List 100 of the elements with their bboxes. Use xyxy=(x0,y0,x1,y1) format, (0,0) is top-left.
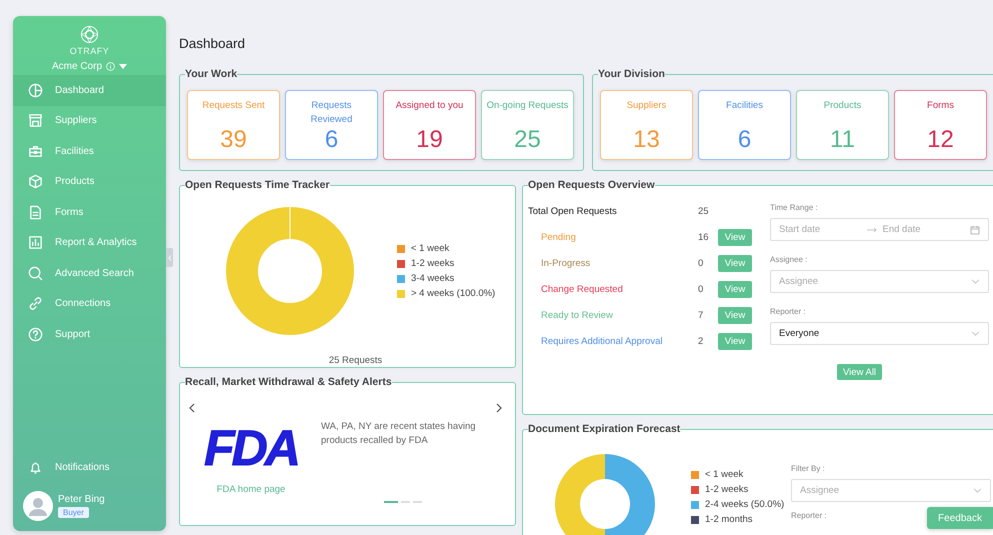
stat-card[interactable]: Products 11 xyxy=(796,90,889,160)
field-label: Reporter : xyxy=(791,511,827,520)
chevron-left-icon[interactable] xyxy=(189,403,195,413)
box-icon xyxy=(28,174,43,190)
field-label: Reporter : xyxy=(770,307,806,316)
legend-label: 1-2 months xyxy=(705,514,753,525)
search-nav-item[interactable]: Advanced Search xyxy=(13,258,166,288)
question-icon xyxy=(28,326,43,342)
stat-value: 6 xyxy=(738,127,752,153)
stat-label: Requests Sent xyxy=(201,99,266,113)
org-selector[interactable]: Acme Corp xyxy=(52,61,102,72)
feedback-button[interactable]: Feedback xyxy=(927,507,993,529)
store-icon xyxy=(28,113,43,128)
total-label: Total Open Requests xyxy=(528,206,618,216)
pie-chart-icon xyxy=(28,82,43,98)
stat-value: 19 xyxy=(416,127,443,153)
user-name: Peter Bing xyxy=(58,494,105,505)
panel-title: Recall, Market Withdrawal & Safety Alerts xyxy=(185,376,392,388)
status-label: Change Requested xyxy=(540,284,624,294)
status-label: Pending xyxy=(540,232,577,242)
legend-label: 3-4 weeks xyxy=(411,273,454,284)
field-label: Assignee : xyxy=(770,255,808,264)
stat-label: Suppliers xyxy=(626,99,668,113)
chevron-right-icon[interactable] xyxy=(496,403,502,413)
chevron-down-icon xyxy=(973,488,982,493)
caret-icon[interactable] xyxy=(119,64,127,70)
stat-label: Forms xyxy=(926,99,955,113)
products-nav-item[interactable]: Products xyxy=(13,166,166,197)
status-label: Ready to Review xyxy=(540,310,614,320)
collapse-handle[interactable] xyxy=(166,248,173,267)
panel-title: Your Work xyxy=(185,68,238,80)
avatar-icon[interactable] xyxy=(23,491,53,521)
logo-icon xyxy=(80,25,99,44)
reporter-select[interactable]: Everyone xyxy=(770,322,989,345)
status-count: 0 xyxy=(698,284,704,294)
stat-card[interactable]: On-going Requests 25 xyxy=(481,90,574,160)
stat-value: 39 xyxy=(220,127,247,153)
stat-card[interactable]: Facilities 6 xyxy=(698,90,791,160)
alert-text: WA, PA, NY are recent states having products recalled by FDA xyxy=(321,420,477,448)
view-all-button[interactable]: View All xyxy=(836,364,882,380)
field-label: Filter By : xyxy=(791,464,825,473)
stat-card[interactable]: Requests Sent 39 xyxy=(187,90,280,160)
legend-label: > 4 weeks (100.0%) xyxy=(411,288,496,299)
total-count: 25 xyxy=(698,206,710,216)
legend-label: 1-2 weeks xyxy=(411,258,454,269)
view-button[interactable]: View xyxy=(718,280,752,298)
stat-value: 6 xyxy=(324,127,338,153)
report-analytics-nav-item[interactable]: Report & Analytics xyxy=(13,228,166,258)
chevron-left-icon xyxy=(168,254,172,260)
search-icon xyxy=(28,266,43,281)
document-icon xyxy=(28,204,43,220)
view-button[interactable]: View xyxy=(718,254,752,272)
view-button[interactable]: View xyxy=(718,306,752,324)
connections-nav-item[interactable]: Connections xyxy=(13,288,166,319)
requests-total: 25 Requests xyxy=(328,355,384,366)
legend-label: < 1 week xyxy=(705,469,744,480)
stat-value: 25 xyxy=(514,127,541,153)
date-range-field[interactable]: Start date End date xyxy=(770,218,989,241)
support-nav-item[interactable]: Support xyxy=(13,319,166,350)
notifications-nav-item[interactable]: Notifications xyxy=(13,452,166,483)
stat-label: Facilities xyxy=(725,99,764,113)
calendar-icon xyxy=(970,224,980,234)
stat-label: Assigned to you xyxy=(394,99,464,113)
status-count: 7 xyxy=(698,310,704,320)
stat-value: 13 xyxy=(633,127,660,153)
panel-title: Your Division xyxy=(598,68,665,80)
stat-value: 12 xyxy=(927,127,954,153)
status-label: Requires Additional Approval xyxy=(540,336,664,346)
arrow-right-icon xyxy=(866,226,876,232)
chevron-down-icon xyxy=(971,331,980,336)
page-title: Dashboard xyxy=(179,36,246,51)
stat-label: Requests Reviewed xyxy=(310,99,354,127)
panel-title: Document Expiration Forecast xyxy=(528,423,680,435)
stat-label: Products xyxy=(822,99,862,113)
bar-chart-icon xyxy=(28,235,43,250)
view-button[interactable]: View xyxy=(718,332,752,350)
fda-logo: FDA xyxy=(204,420,298,476)
brand-name: OTRAFY xyxy=(70,46,110,56)
stat-card[interactable]: Requests Reviewed 6 xyxy=(285,90,378,160)
assignee-select[interactable]: Assignee xyxy=(770,270,989,293)
status-count: 16 xyxy=(698,232,710,242)
view-button[interactable]: View xyxy=(718,228,752,246)
forms-nav-item[interactable]: Forms xyxy=(13,197,166,228)
dashboard-nav-item[interactable]: Dashboard xyxy=(13,75,166,106)
bell-icon xyxy=(28,460,43,476)
stat-label: On-going Requests xyxy=(486,99,570,113)
status-label: In-Progress xyxy=(540,258,592,268)
suppliers-nav-item[interactable]: Suppliers xyxy=(13,106,166,136)
briefcase-icon xyxy=(28,144,43,159)
fda-link[interactable]: FDA home page xyxy=(216,484,286,495)
info-icon xyxy=(106,62,115,71)
stat-card[interactable]: Assigned to you 19 xyxy=(383,90,476,160)
panel-title: Open Requests Overview xyxy=(528,179,655,191)
facilities-nav-item[interactable]: Facilities xyxy=(13,136,166,166)
legend-label: 1-2 weeks xyxy=(705,484,748,495)
stat-card[interactable]: Suppliers 13 xyxy=(600,90,693,160)
stat-card[interactable]: Forms 12 xyxy=(894,90,987,160)
legend-label: < 1 week xyxy=(411,243,450,254)
chevron-down-icon xyxy=(971,279,980,284)
assignee-select[interactable]: Assignee xyxy=(791,479,991,502)
